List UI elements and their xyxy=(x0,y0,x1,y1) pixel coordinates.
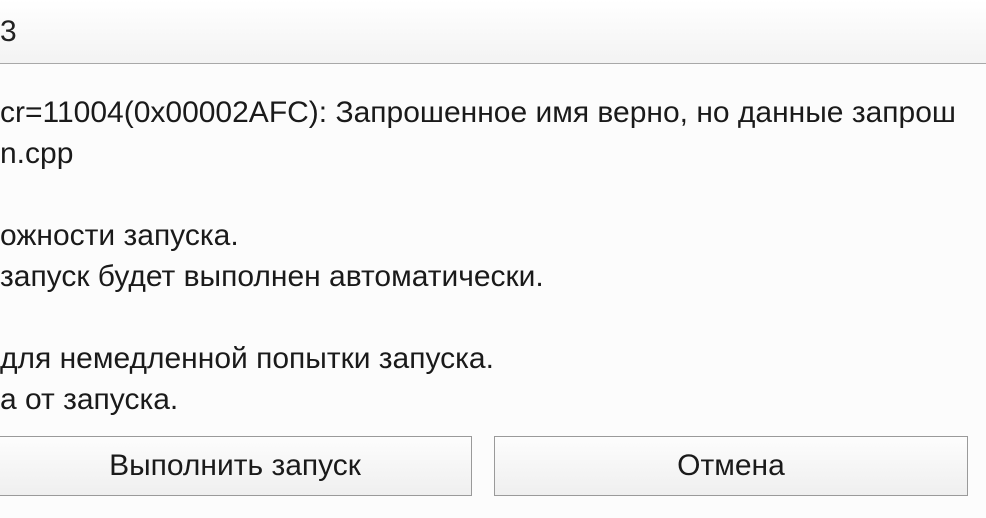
message-line: для немедленной попытки запуска. xyxy=(0,338,986,379)
dialog-message: cr=11004(0x00002AFC): Запрошенное имя ве… xyxy=(0,64,986,420)
button-row: Выполнить запуск Отмена xyxy=(0,436,986,496)
message-line: n.cpp xyxy=(0,133,986,174)
window-titlebar: 3 xyxy=(0,0,986,64)
window-title: 3 xyxy=(0,15,17,49)
cancel-button[interactable]: Отмена xyxy=(494,436,968,496)
message-line: запуск будет выполнен автоматически. xyxy=(0,256,986,297)
execute-launch-button[interactable]: Выполнить запуск xyxy=(0,436,472,496)
message-line: а от запуска. xyxy=(0,379,986,420)
message-line: cr=11004(0x00002AFC): Запрошенное имя ве… xyxy=(0,92,986,133)
message-line: ожности запуска. xyxy=(0,215,986,256)
